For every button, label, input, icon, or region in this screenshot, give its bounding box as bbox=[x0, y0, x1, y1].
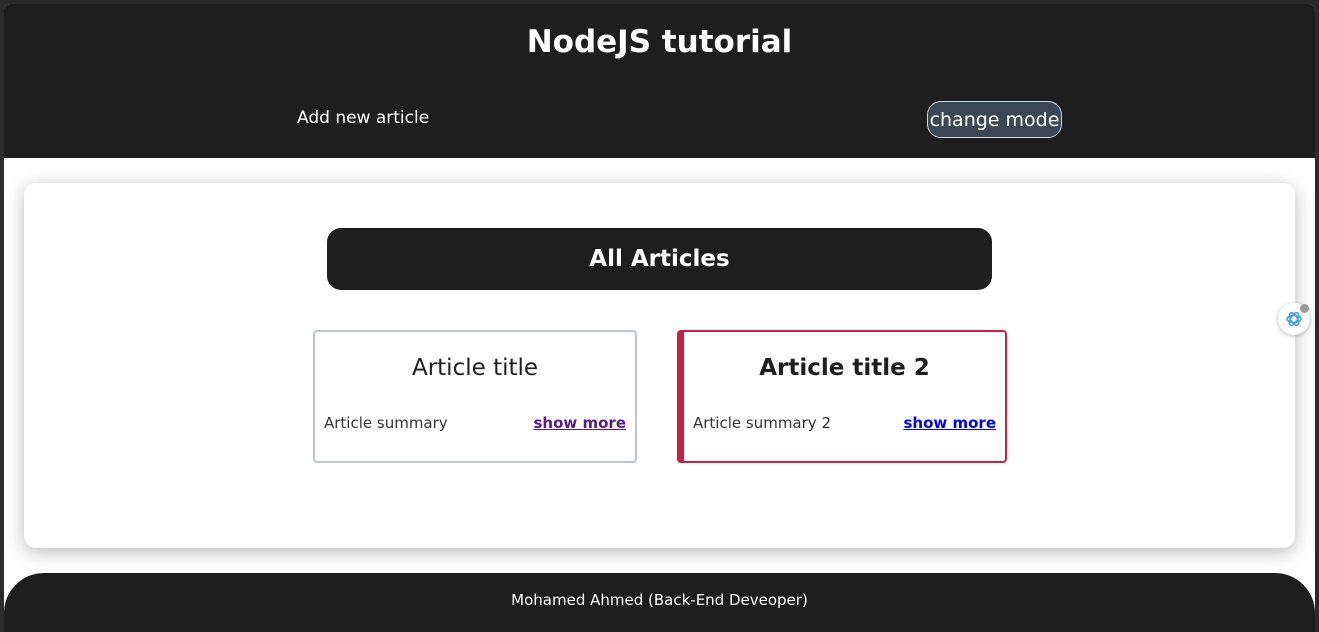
change-mode-button[interactable]: change mode bbox=[927, 101, 1062, 138]
assistant-extension-icon[interactable] bbox=[1278, 303, 1310, 335]
add-new-article-link[interactable]: Add new article bbox=[297, 108, 429, 128]
article-card-active: Article title 2 Article summary 2 show m… bbox=[677, 330, 1007, 463]
browser-viewport: NodeJS tutorial Add new article change m… bbox=[4, 4, 1315, 632]
article-title: Article title bbox=[411, 355, 539, 381]
site-header: NodeJS tutorial Add new article change m… bbox=[4, 4, 1315, 158]
footer-credit: Mohamed Ahmed (Back-End Deveoper) bbox=[511, 591, 808, 609]
site-footer: Mohamed Ahmed (Back-End Deveoper) bbox=[4, 573, 1315, 632]
all-articles-heading: All Articles bbox=[327, 228, 992, 290]
article-card: Article title Article summary show more bbox=[313, 330, 637, 463]
site-title: NodeJS tutorial bbox=[526, 24, 793, 60]
articles-container: All Articles Article title Article summa… bbox=[24, 183, 1295, 548]
extension-badge-dot bbox=[1300, 304, 1309, 313]
article-summary: Article summary 2 bbox=[693, 414, 831, 432]
show-more-link[interactable]: show more bbox=[904, 414, 997, 432]
show-more-link[interactable]: show more bbox=[534, 414, 627, 432]
article-title: Article title 2 bbox=[759, 355, 930, 381]
article-summary: Article summary bbox=[324, 414, 448, 432]
